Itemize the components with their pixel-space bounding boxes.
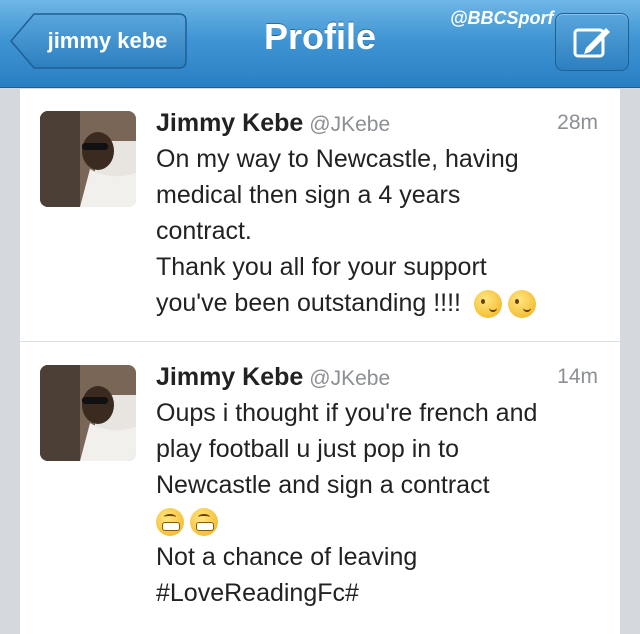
author-name[interactable]: Jimmy Kebe @JKebe xyxy=(156,109,390,138)
author-display-name: Jimmy Kebe xyxy=(156,109,304,137)
hashtag-link[interactable]: #LoveReadingFc# xyxy=(156,575,606,611)
tweet-item[interactable]: Jimmy Kebe @JKebe 28m On my way to Newcas… xyxy=(20,89,620,342)
back-button-label: jimmy kebe xyxy=(47,28,168,53)
wink-emoji-icon xyxy=(473,290,502,319)
wink-emoji-icon xyxy=(507,290,536,319)
watermark: @BBCSporf xyxy=(450,8,554,28)
nav-bar: jimmy kebe Profile @BBCSporf xyxy=(0,0,640,88)
avatar-photo-icon xyxy=(40,365,136,461)
tweet-emoji-line xyxy=(156,503,606,539)
tweet-line: you've been outstanding !!!! xyxy=(156,289,461,317)
avatar[interactable] xyxy=(40,111,136,207)
tweet-body: Oups i thought if you're french and play… xyxy=(156,395,606,611)
compose-icon xyxy=(573,28,610,58)
author-name[interactable]: Jimmy Kebe @JKebe xyxy=(156,363,390,392)
tweet-item[interactable]: Jimmy Kebe @JKebe 14m Oups i thought if y… xyxy=(20,343,620,634)
back-button[interactable]: jimmy kebe xyxy=(10,13,187,69)
compose-button[interactable] xyxy=(555,13,629,71)
grin-emoji-icon xyxy=(156,508,184,537)
tweet-line: Not a chance of leaving xyxy=(156,543,418,571)
tweet-line: medical then sign a 4 years xyxy=(156,181,461,209)
tweet-line: play football u just pop in to xyxy=(156,435,459,463)
author-handle: @JKebe xyxy=(309,367,391,390)
tweet-line: Oups i thought if you're french and xyxy=(156,399,538,427)
author-handle: @JKebe xyxy=(309,113,391,136)
page-title: Profile xyxy=(263,16,377,57)
tweet-line: Thank you all for your support xyxy=(156,253,487,281)
tweet-timestamp: 14m xyxy=(557,365,598,388)
tweet-line: contract. xyxy=(156,217,252,245)
grin-emoji-icon xyxy=(190,508,218,537)
tweet-line-with-emoji: you've been outstanding !!!! xyxy=(156,285,606,321)
author-display-name: Jimmy Kebe xyxy=(156,363,304,391)
tweet-timestamp: 28m xyxy=(557,111,598,134)
tweet-line: Newcastle and sign a contract xyxy=(156,471,490,499)
tweet-line: On my way to Newcastle, having xyxy=(156,145,519,173)
avatar[interactable] xyxy=(40,365,136,461)
tweet-timeline: Jimmy Kebe @JKebe 28m On my way to Newcas… xyxy=(20,89,620,634)
tweet-body: On my way to Newcastle, having medical t… xyxy=(156,141,606,321)
avatar-photo-icon xyxy=(40,111,136,207)
